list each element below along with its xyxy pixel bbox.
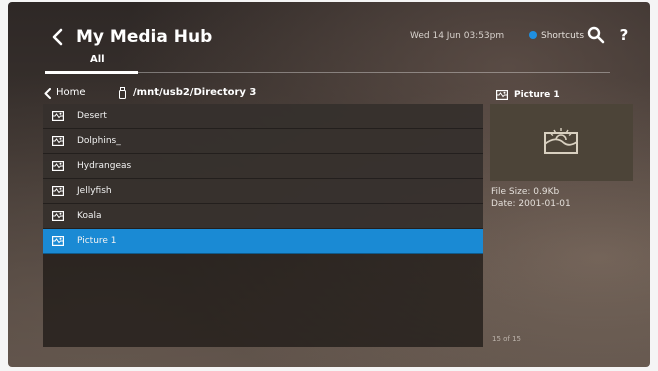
image-file-icon <box>52 136 64 146</box>
tab-divider <box>138 72 610 73</box>
image-file-icon <box>52 161 64 171</box>
file-row[interactable]: Desert <box>43 104 483 129</box>
home-link[interactable]: Home <box>44 85 86 101</box>
image-file-icon <box>52 111 64 121</box>
file-date-label: Date: 2001-01-01 <box>491 199 571 209</box>
tab-all[interactable]: All <box>90 53 105 67</box>
file-row[interactable]: Dolphins_ <box>43 129 483 154</box>
file-row[interactable]: Koala <box>43 204 483 229</box>
landscape-image-icon <box>544 128 578 154</box>
image-file-icon <box>496 90 508 100</box>
datetime-label: Wed 14 Jun 03:53pm <box>410 31 505 41</box>
file-name: Picture 1 <box>77 236 117 246</box>
back-button[interactable] <box>46 24 68 50</box>
file-name: Hydrangeas <box>77 161 132 171</box>
search-icon <box>587 26 605 44</box>
file-row[interactable]: Jellyfish <box>43 179 483 204</box>
file-name: Koala <box>77 211 102 221</box>
chevron-left-icon <box>44 87 51 99</box>
file-size-label: File Size: 0.9Kb <box>491 187 560 197</box>
usb-icon <box>119 87 126 99</box>
file-row-selected[interactable]: Picture 1 <box>43 229 483 254</box>
image-file-icon <box>52 211 64 221</box>
current-path: /mnt/usb2/Directory 3 <box>133 87 257 98</box>
tab-active-indicator <box>45 71 138 74</box>
search-button[interactable] <box>585 24 607 46</box>
image-file-icon <box>52 236 64 246</box>
image-file-icon <box>52 186 64 196</box>
shortcuts-button[interactable]: Shortcuts <box>541 29 584 43</box>
help-button[interactable]: ? <box>615 24 633 46</box>
home-label: Home <box>56 87 86 98</box>
file-row[interactable]: Hydrangeas <box>43 154 483 179</box>
shortcuts-dot-icon <box>529 31 537 39</box>
file-list: Desert Dolphins_ Hydrangeas Jellyfish Ko… <box>43 104 483 347</box>
file-name: Desert <box>77 111 107 121</box>
preview-title: Picture 1 <box>514 90 560 100</box>
file-name: Dolphins_ <box>77 136 121 146</box>
preview-thumbnail <box>490 104 633 181</box>
media-hub-screen: My Media Hub All Wed 14 Jun 03:53pm Shor… <box>8 2 650 367</box>
file-name: Jellyfish <box>77 186 112 196</box>
chevron-left-icon <box>52 28 63 46</box>
app-title: My Media Hub <box>76 27 213 47</box>
item-count: 15 of 15 <box>492 335 522 343</box>
